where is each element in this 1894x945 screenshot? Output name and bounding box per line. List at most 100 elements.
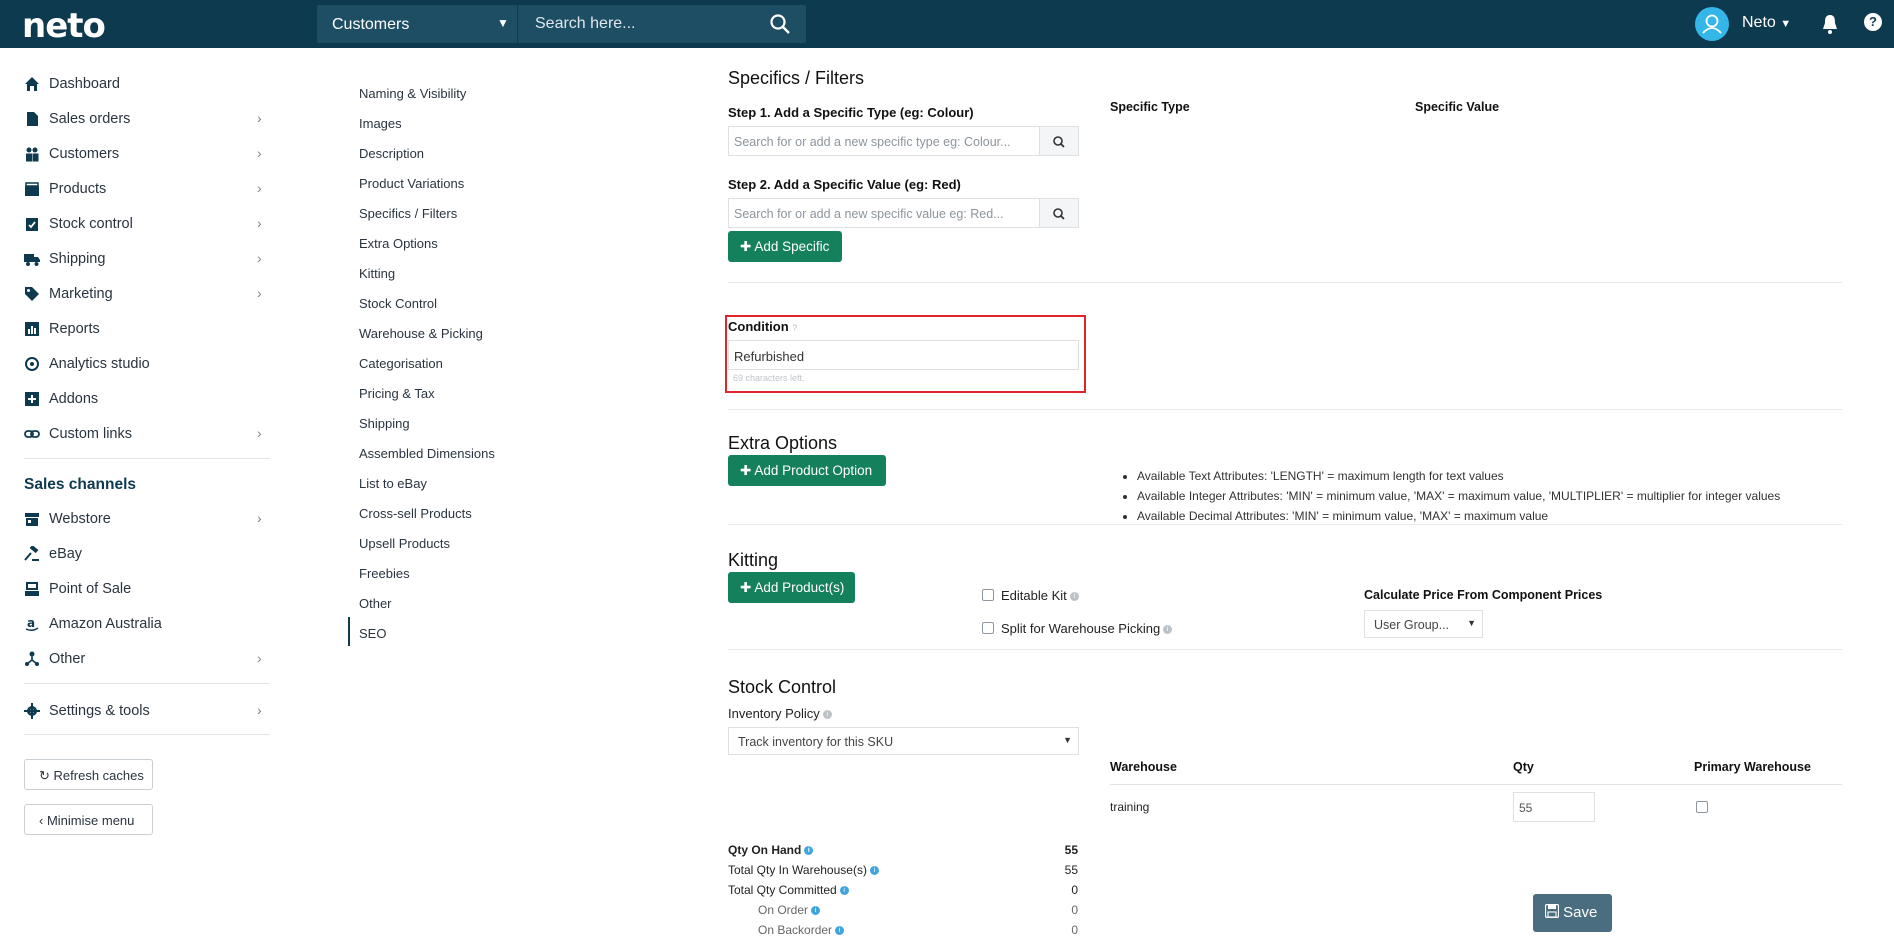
- sidebar-item-point-of-sale[interactable]: Point of Sale: [0, 572, 280, 606]
- specific-type-input[interactable]: Search for or add a new specific type eg…: [728, 126, 1041, 156]
- info-icon[interactable]: i: [811, 906, 821, 916]
- sidebar-item-sales-orders[interactable]: Sales orders ›: [0, 102, 280, 136]
- sidebar-item-marketing[interactable]: Marketing ›: [0, 277, 280, 311]
- sidebar-item-customers[interactable]: Customers ›: [0, 137, 280, 171]
- info-icon[interactable]: i: [1163, 625, 1173, 635]
- subnav-item[interactable]: Warehouse & Picking: [359, 326, 483, 341]
- subnav-item[interactable]: Stock Control: [359, 296, 437, 311]
- subnav-item[interactable]: Cross-sell Products: [359, 506, 472, 521]
- user-group-select[interactable]: User Group... ▼: [1364, 610, 1483, 638]
- minimise-menu-button[interactable]: ‹ Minimise menu: [24, 804, 153, 835]
- save-button[interactable]: Save: [1533, 894, 1612, 932]
- document-icon: [27, 112, 38, 126]
- sidebar-item-shipping[interactable]: Shipping ›: [0, 242, 280, 276]
- qty-row-value: 55: [1064, 843, 1078, 857]
- caret-down-icon[interactable]: ▼: [497, 16, 509, 30]
- sidebar-item-label: Dashboard: [49, 76, 120, 92]
- chevron-right-icon: ›: [257, 215, 262, 231]
- sidebar-item-label: Analytics studio: [49, 356, 150, 372]
- inventory-policy-select[interactable]: Track inventory for this SKU ▼: [728, 727, 1079, 755]
- clipboard-check-icon: [26, 218, 38, 231]
- kitting-title: Kitting: [728, 550, 779, 570]
- sidebar-item-custom-links[interactable]: Custom links ›: [0, 417, 280, 451]
- users-icon: [26, 147, 39, 162]
- refresh-caches-button[interactable]: ↻ Refresh caches: [24, 759, 153, 790]
- info-icon[interactable]: i: [804, 846, 814, 856]
- warehouse-name: training: [1110, 800, 1150, 814]
- subnav-item[interactable]: Shipping: [359, 416, 410, 431]
- subnav-item[interactable]: Extra Options: [359, 236, 438, 251]
- extra-options-notes: Available Text Attributes: 'LENGTH' = ma…: [1122, 466, 1780, 526]
- sidebar-item-amazon[interactable]: a Amazon Australia: [0, 607, 280, 641]
- subnav-item[interactable]: Pricing & Tax: [359, 386, 435, 401]
- refresh-icon: ↻: [39, 768, 50, 783]
- subnav-item[interactable]: Kitting: [359, 266, 395, 281]
- specific-value-search-button[interactable]: [1039, 198, 1079, 228]
- sales-channels-heading: Sales channels: [24, 476, 137, 493]
- note-item: Available Decimal Attributes: 'MIN' = mi…: [1137, 506, 1780, 526]
- info-icon[interactable]: i: [1069, 592, 1079, 602]
- specifics-title: Specifics / Filters: [728, 68, 865, 88]
- add-product-option-button[interactable]: ✚ Add Product Option: [728, 455, 886, 486]
- subnav-item[interactable]: Other: [359, 596, 392, 611]
- search-input[interactable]: Search here...: [535, 15, 636, 33]
- info-icon[interactable]: i: [822, 710, 832, 720]
- bell-icon[interactable]: [1820, 13, 1840, 35]
- split-picking-checkbox[interactable]: [982, 622, 994, 634]
- sidebar-item-label: Custom links: [49, 426, 132, 442]
- subnav-item[interactable]: Naming & Visibility: [359, 86, 466, 101]
- editable-kit-checkbox[interactable]: [982, 589, 994, 601]
- subnav-item-active[interactable]: SEO: [359, 626, 386, 641]
- help-link-icon[interactable]: ?: [792, 323, 797, 333]
- sidebar-item-label: Shipping: [49, 251, 106, 267]
- extra-options-title: Extra Options: [728, 433, 838, 453]
- sidebar-item-dashboard[interactable]: Dashboard: [0, 67, 280, 101]
- sidebar-item-stock-control[interactable]: Stock control ›: [0, 207, 280, 241]
- save-label: Save: [1563, 904, 1598, 921]
- subnav-item[interactable]: Specifics / Filters: [359, 206, 457, 221]
- info-icon[interactable]: i: [869, 866, 879, 876]
- subnav-item[interactable]: Assembled Dimensions: [359, 446, 495, 461]
- sidebar-item-settings-tools[interactable]: Settings & tools ›: [0, 694, 280, 728]
- help-icon[interactable]: ?: [1864, 13, 1882, 31]
- subnav-item[interactable]: Product Variations: [359, 176, 464, 191]
- subnav-item[interactable]: Upsell Products: [359, 536, 450, 551]
- primary-warehouse-checkbox[interactable]: [1696, 801, 1708, 813]
- subnav-item[interactable]: List to eBay: [359, 476, 427, 491]
- sidebar-item-webstore[interactable]: Webstore ›: [0, 502, 280, 536]
- condition-input[interactable]: Refurbished: [728, 340, 1079, 370]
- sidebar-item-ebay[interactable]: eBay: [0, 537, 280, 571]
- sidebar-item-label: Products: [49, 181, 107, 197]
- sidebar-item-analytics-studio[interactable]: Analytics studio: [0, 347, 280, 381]
- sidebar-item-reports[interactable]: Reports: [0, 312, 280, 346]
- add-products-button[interactable]: ✚ Add Product(s): [728, 572, 855, 603]
- specific-type-search-button[interactable]: [1039, 126, 1079, 156]
- specific-value-input[interactable]: Search for or add a new specific value e…: [728, 198, 1041, 228]
- search-scope-select[interactable]: Customers: [332, 16, 409, 34]
- specific-value-column-header: Specific Value: [1415, 100, 1500, 114]
- sidebar-item-addons[interactable]: Addons: [0, 382, 280, 416]
- on-order-row: On Order i 0: [728, 903, 1078, 917]
- chevron-right-icon: ›: [257, 285, 262, 301]
- user-avatar[interactable]: [1695, 7, 1729, 41]
- minimise-menu-label: Minimise menu: [46, 813, 135, 828]
- sidebar-item-products[interactable]: Products ›: [0, 172, 280, 206]
- amazon-icon: a: [25, 616, 39, 632]
- link-icon: [24, 430, 40, 438]
- subnav-item[interactable]: Description: [359, 146, 424, 161]
- subnav-item[interactable]: Freebies: [359, 566, 410, 581]
- subnav-item[interactable]: Images: [359, 116, 402, 131]
- info-icon[interactable]: i: [835, 926, 845, 936]
- warehouse-qty-input[interactable]: 55: [1513, 792, 1595, 822]
- subnav-item[interactable]: Categorisation: [359, 356, 443, 371]
- search-icon: [1053, 136, 1065, 148]
- info-icon[interactable]: i: [839, 886, 849, 896]
- floppy-disk-icon: [1544, 903, 1560, 919]
- add-specific-button[interactable]: ✚ Add Specific: [728, 231, 842, 262]
- chevron-right-icon: ›: [257, 510, 262, 526]
- sidebar-item-other[interactable]: Other ›: [0, 642, 280, 676]
- neto-logo[interactable]: neto: [22, 6, 106, 46]
- add-products-label: Add Product(s): [754, 580, 845, 595]
- search-icon[interactable]: [769, 13, 791, 35]
- user-menu[interactable]: Neto ▼: [1742, 14, 1791, 32]
